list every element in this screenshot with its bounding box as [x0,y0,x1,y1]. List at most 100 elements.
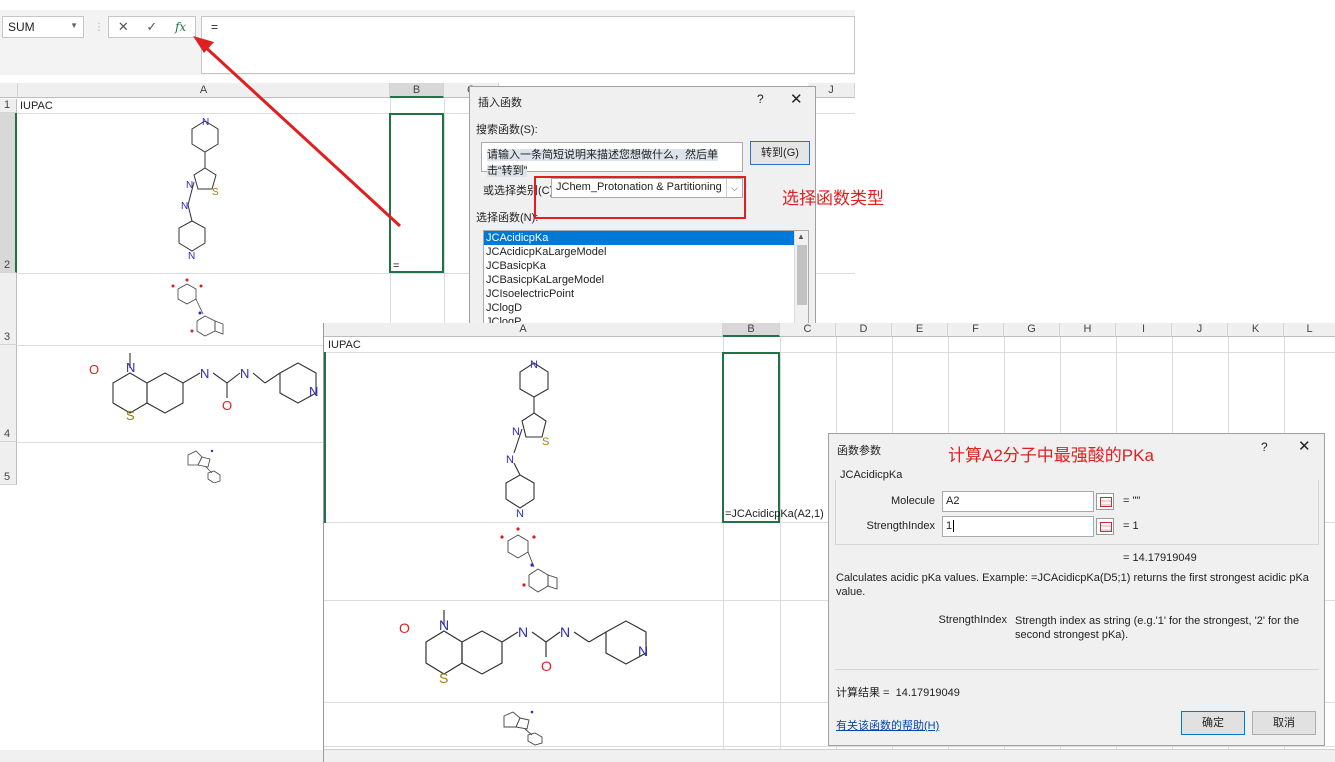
active-cell-b2[interactable] [722,352,780,523]
atom-label-n: N [506,454,514,466]
annotation-args: 计算A2分子中最强酸的PKa [948,446,1154,465]
molecule-image-row3 [500,527,558,593]
arg-label-molecule: Molecule [890,495,935,507]
column-header-i[interactable]: I [1116,323,1172,337]
ok-button[interactable]: 确定 [1181,711,1245,735]
function-description: Calculates acidic pKa values. Example: =… [836,572,1309,598]
scrollbar-thumb[interactable] [797,245,807,305]
row-header-3[interactable]: 3 [0,273,17,345]
function-arguments-dialog: 函数参数 ? ✕ JCAcidicpKa Molecule A2 = "" St… [828,433,1325,746]
atom-label-s: S [212,187,219,198]
column-header-b[interactable]: B [723,323,780,337]
close-icon[interactable]: ✕ [790,90,803,108]
cell-b2: =JCAcidicpKa(A2,1) [725,508,824,520]
column-header-k[interactable]: K [1228,323,1284,337]
goto-button[interactable]: 转到(G) [750,141,810,165]
molecule-image-row3 [171,278,224,337]
function-list[interactable]: JCAcidicpKa JCAcidicpKaLargeModel JCBasi… [483,230,809,325]
result-label: 计算结果 = 14.17919049 [836,687,960,699]
arg-result-molecule: = "" [1123,495,1141,507]
atom-label-n: N [638,643,648,659]
atom-label-n: N [200,366,209,381]
enter-icon[interactable]: ✓ [146,19,157,35]
column-header-l[interactable]: L [1284,323,1335,337]
function-help-link[interactable]: 有关该函数的帮助(H) [836,717,939,733]
search-label: 搜索函数(S): [476,124,538,136]
args-dialog-title: 函数参数 [837,445,881,457]
chevron-down-icon[interactable]: ▼ [70,21,78,30]
function-list-item[interactable]: JCBasicpKaLargeModel [484,273,808,287]
name-box[interactable]: SUM ▼ [2,16,84,38]
help-icon[interactable]: ? [757,92,764,106]
active-cell-b2[interactable] [389,113,444,273]
row-selection-marker [324,352,326,523]
cancel-icon[interactable]: ✕ [118,19,129,35]
atom-label-n: N [518,624,528,640]
search-function-input[interactable]: 请输入一条简短说明来描述您想做什么，然后单击“转到” [481,142,743,177]
insert-function-icon[interactable]: fx [175,20,186,34]
function-list-scrollbar[interactable]: ▲ [794,231,808,325]
cancel-button[interactable]: 取消 [1252,711,1316,735]
status-bar [324,749,1335,762]
atom-label-s: S [439,670,448,686]
atom-label-n: N [560,624,570,640]
atom-label-n: N [181,201,188,212]
column-header-f[interactable]: F [948,323,1004,337]
molecule-image-row5 [503,710,543,746]
divider [835,669,1319,670]
atom-label-n: N [126,360,135,375]
formula-bar-buttons: ✕ ✓ fx [108,16,196,38]
strength-index-field[interactable]: 1 [942,516,1094,537]
function-list-item[interactable]: JClogD [484,301,808,315]
range-picker-icon[interactable] [1096,518,1114,535]
function-list-item[interactable]: JCAcidicpKa [484,231,808,245]
param-description: Strength index as string (e.g.'1' for th… [1015,615,1300,641]
formula-bar-grip-icon: ⋮ [94,22,104,33]
row-header-1[interactable]: 1 [0,99,17,113]
atom-label-o: O [399,620,410,636]
select-all-corner[interactable] [0,83,18,98]
row-header-2[interactable]: 2 [0,113,17,273]
atom-label-o: O [541,658,552,674]
row-header-5[interactable]: 5 [0,442,17,485]
atom-label-n: N [439,617,449,633]
column-header-j[interactable]: J [1172,323,1228,337]
result-value: 14.17919049 [895,687,960,699]
thiazole-ring [193,167,217,190]
column-header-e[interactable]: E [892,323,948,337]
range-picker-icon[interactable] [1096,493,1114,510]
molecule-image-row4: N O S N O N N [399,610,648,686]
atom-label-n: N [240,366,249,381]
atom-label-o: O [89,362,99,377]
molecule-image-row2: N N S N N [505,359,549,520]
formula-input[interactable]: = [201,16,855,74]
column-header-a[interactable]: A [18,83,390,98]
pyridine-ring-bottom [178,220,206,252]
atom-label-o: O [222,398,232,413]
atom-label-n: N [186,180,193,191]
annotation-category: 选择函数类型 [782,189,884,208]
formula-bar: SUM ▼ ⋮ ✕ ✓ fx = [0,10,855,75]
cell-a1[interactable]: IUPAC [20,100,53,112]
function-list-item[interactable]: JCIsoelectricPoint [484,287,808,301]
scroll-up-icon[interactable]: ▲ [797,232,805,241]
function-list-item[interactable]: JCBasicpKa [484,259,808,273]
column-header-h[interactable]: H [1060,323,1116,337]
formula-input-value: = [211,20,219,34]
molecule-image-row5 [187,449,221,483]
close-icon[interactable]: ✕ [1298,437,1311,455]
formula-preview: = 14.17919049 [1123,552,1197,564]
function-list-item[interactable]: JCAcidicpKaLargeModel [484,245,808,259]
arg-row-strengthindex: StrengthIndex 1 = 1 [829,516,1326,537]
molecule-field[interactable]: A2 [942,491,1094,512]
column-header-d[interactable]: D [836,323,892,337]
bottom-bar [0,750,323,762]
column-header-c[interactable]: C [780,323,836,337]
column-header-g[interactable]: G [1004,323,1060,337]
row-header-4[interactable]: 4 [0,345,17,442]
cell-b2: = [393,260,400,272]
column-header-a[interactable]: A [324,323,723,337]
cell-a1[interactable]: IUPAC [328,339,361,351]
help-icon[interactable]: ? [1261,440,1268,454]
column-header-b[interactable]: B [390,83,444,98]
